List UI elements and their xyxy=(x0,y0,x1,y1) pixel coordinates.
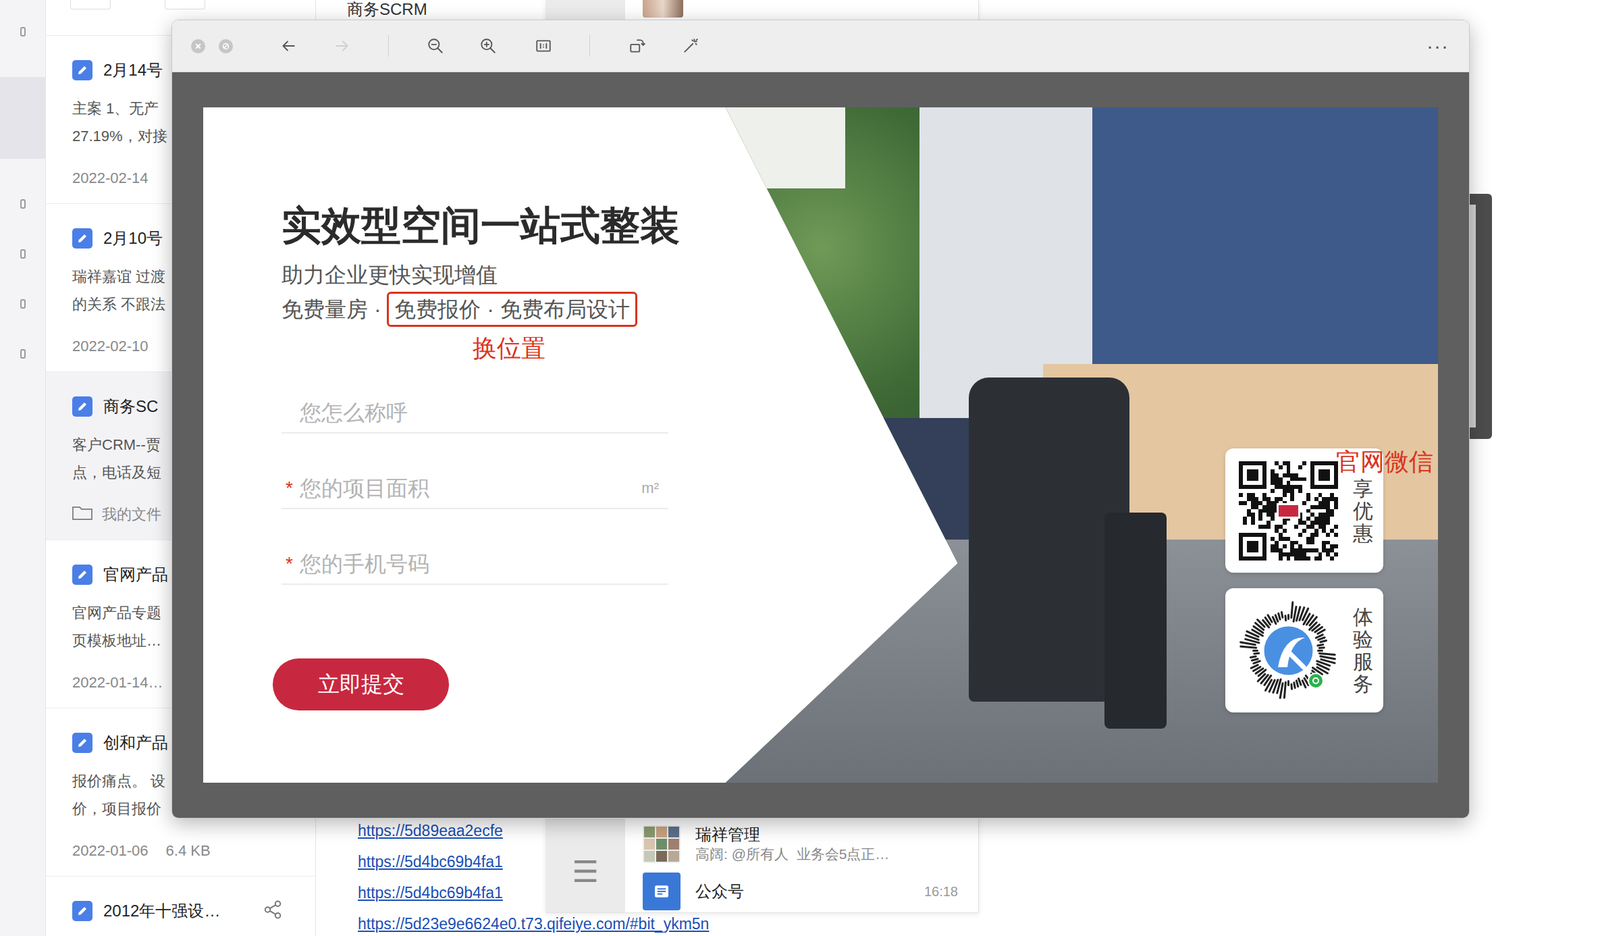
zoom-out-icon[interactable] xyxy=(421,32,449,60)
highlighted-offer: 免费报价 · 免费布局设计 xyxy=(386,291,637,327)
link[interactable]: https://5d89eaa2ecfe xyxy=(357,820,1600,840)
link[interactable]: https://5d4bc69b4fa1 xyxy=(357,883,1600,902)
conversation-preview: 高阔: @所有人 业务会5点正… xyxy=(695,844,958,864)
sidebar-mark-icon[interactable] xyxy=(20,349,26,359)
note-title: 商务SC xyxy=(103,395,158,418)
back-arrow-icon[interactable] xyxy=(274,32,302,60)
official-account-icon xyxy=(642,872,681,911)
conversation-name: 公众号 xyxy=(695,881,910,902)
rotate-icon[interactable] xyxy=(623,32,651,60)
banner-title: 实效型空间一站式整装 xyxy=(281,201,811,250)
banner-subtitle: 助力企业更快实现增值 xyxy=(281,261,811,288)
group-avatar-icon xyxy=(642,824,681,863)
conversation-name: 瑞祥管理 xyxy=(695,824,958,845)
qr-label: 享优惠 xyxy=(1352,477,1374,545)
note-date: 2022-02-10 xyxy=(72,337,149,356)
sidebar-mark-icon[interactable] xyxy=(20,249,26,259)
conversation-item[interactable]: 瑞祥管理高阔: @所有人 业务会5点正… xyxy=(625,817,979,871)
magic-wand-icon[interactable] xyxy=(677,32,705,60)
close-icon[interactable] xyxy=(191,39,206,54)
app-sidebar xyxy=(0,0,46,936)
text-input[interactable] xyxy=(299,475,642,501)
menu-icon[interactable]: ☰ xyxy=(571,855,599,888)
note-icon xyxy=(72,60,93,81)
note-icon xyxy=(72,396,93,417)
folder-icon xyxy=(72,504,93,524)
required-mark: * xyxy=(285,477,300,499)
qr-card[interactable]: 体验服务 xyxy=(1225,588,1384,713)
note-date: 2022-01-14… xyxy=(72,673,164,692)
text-input[interactable] xyxy=(299,551,669,577)
sidebar-mark-icon[interactable] xyxy=(20,299,26,309)
note-item[interactable]: 2012年十强设… xyxy=(45,876,316,936)
actual-size-icon[interactable] xyxy=(529,32,557,60)
note-size: 6.4 KB xyxy=(166,841,211,860)
annotation-note: 官网微信 xyxy=(1336,448,1434,476)
sidebar-highlight xyxy=(0,76,46,159)
share-icon[interactable] xyxy=(262,899,283,923)
zoom-in-icon[interactable] xyxy=(474,32,502,60)
note-icon xyxy=(72,564,93,585)
unit-label: m² xyxy=(641,479,659,497)
text-input[interactable] xyxy=(299,400,669,426)
conversation-time: 16:18 xyxy=(924,883,958,900)
sidebar-mark-icon[interactable] xyxy=(20,27,26,37)
note-icon xyxy=(72,900,93,921)
link[interactable]: https://5d23e9e6624e0.t73.qifeiye.com/#b… xyxy=(357,914,1600,933)
link[interactable]: https://5d4bc69b4fa1 xyxy=(357,851,1600,871)
viewer-toolbar: ··· xyxy=(172,20,1470,73)
note-title: 创和产品 xyxy=(103,731,169,754)
banner-image: 实效型空间一站式整装助力企业更快实现增值免费量房 · 免费报价 · 免费布局设计… xyxy=(203,107,1438,783)
note-icon xyxy=(72,732,93,753)
note-folder: 我的文件 xyxy=(101,504,162,525)
note-title: 官网产品 xyxy=(103,563,169,586)
form-field xyxy=(281,392,669,434)
required-mark: * xyxy=(285,552,300,575)
submit-button[interactable]: 立即提交 xyxy=(272,658,449,711)
minimize-icon[interactable] xyxy=(218,39,233,54)
image-viewer-window: ··· 实效型空间一站式整装助力企业更快实现增值免费量房 · 免费报价 · 免费布… xyxy=(171,19,1470,819)
form-field: * m² xyxy=(281,468,669,510)
more-icon[interactable]: ··· xyxy=(1426,34,1449,58)
form-field: * xyxy=(281,544,669,585)
annotation-note: 换位置 xyxy=(472,333,811,363)
note-date: 2022-02-14 xyxy=(72,169,149,188)
image-stage: 实效型空间一站式整装助力企业更快实现增值免费量房 · 免费报价 · 免费布局设计… xyxy=(172,72,1470,818)
note-title: 2012年十强设… xyxy=(103,899,221,922)
qr-label: 体验服务 xyxy=(1352,605,1374,695)
sidebar-mark-icon[interactable] xyxy=(20,199,26,209)
qr-code-icon[interactable] xyxy=(1238,461,1339,561)
background-window xyxy=(1469,193,1492,439)
offer-text: 免费量房 · xyxy=(281,296,387,323)
mini-program-code-icon[interactable] xyxy=(1238,600,1339,701)
note-date: 2022-01-06 xyxy=(72,841,149,860)
conversation-item[interactable]: 公众号 16:18 xyxy=(625,870,979,913)
note-title: 2月10号 xyxy=(103,227,163,250)
forward-arrow-icon xyxy=(328,32,356,60)
note-icon xyxy=(72,228,93,249)
note-title: 2月14号 xyxy=(103,59,163,82)
